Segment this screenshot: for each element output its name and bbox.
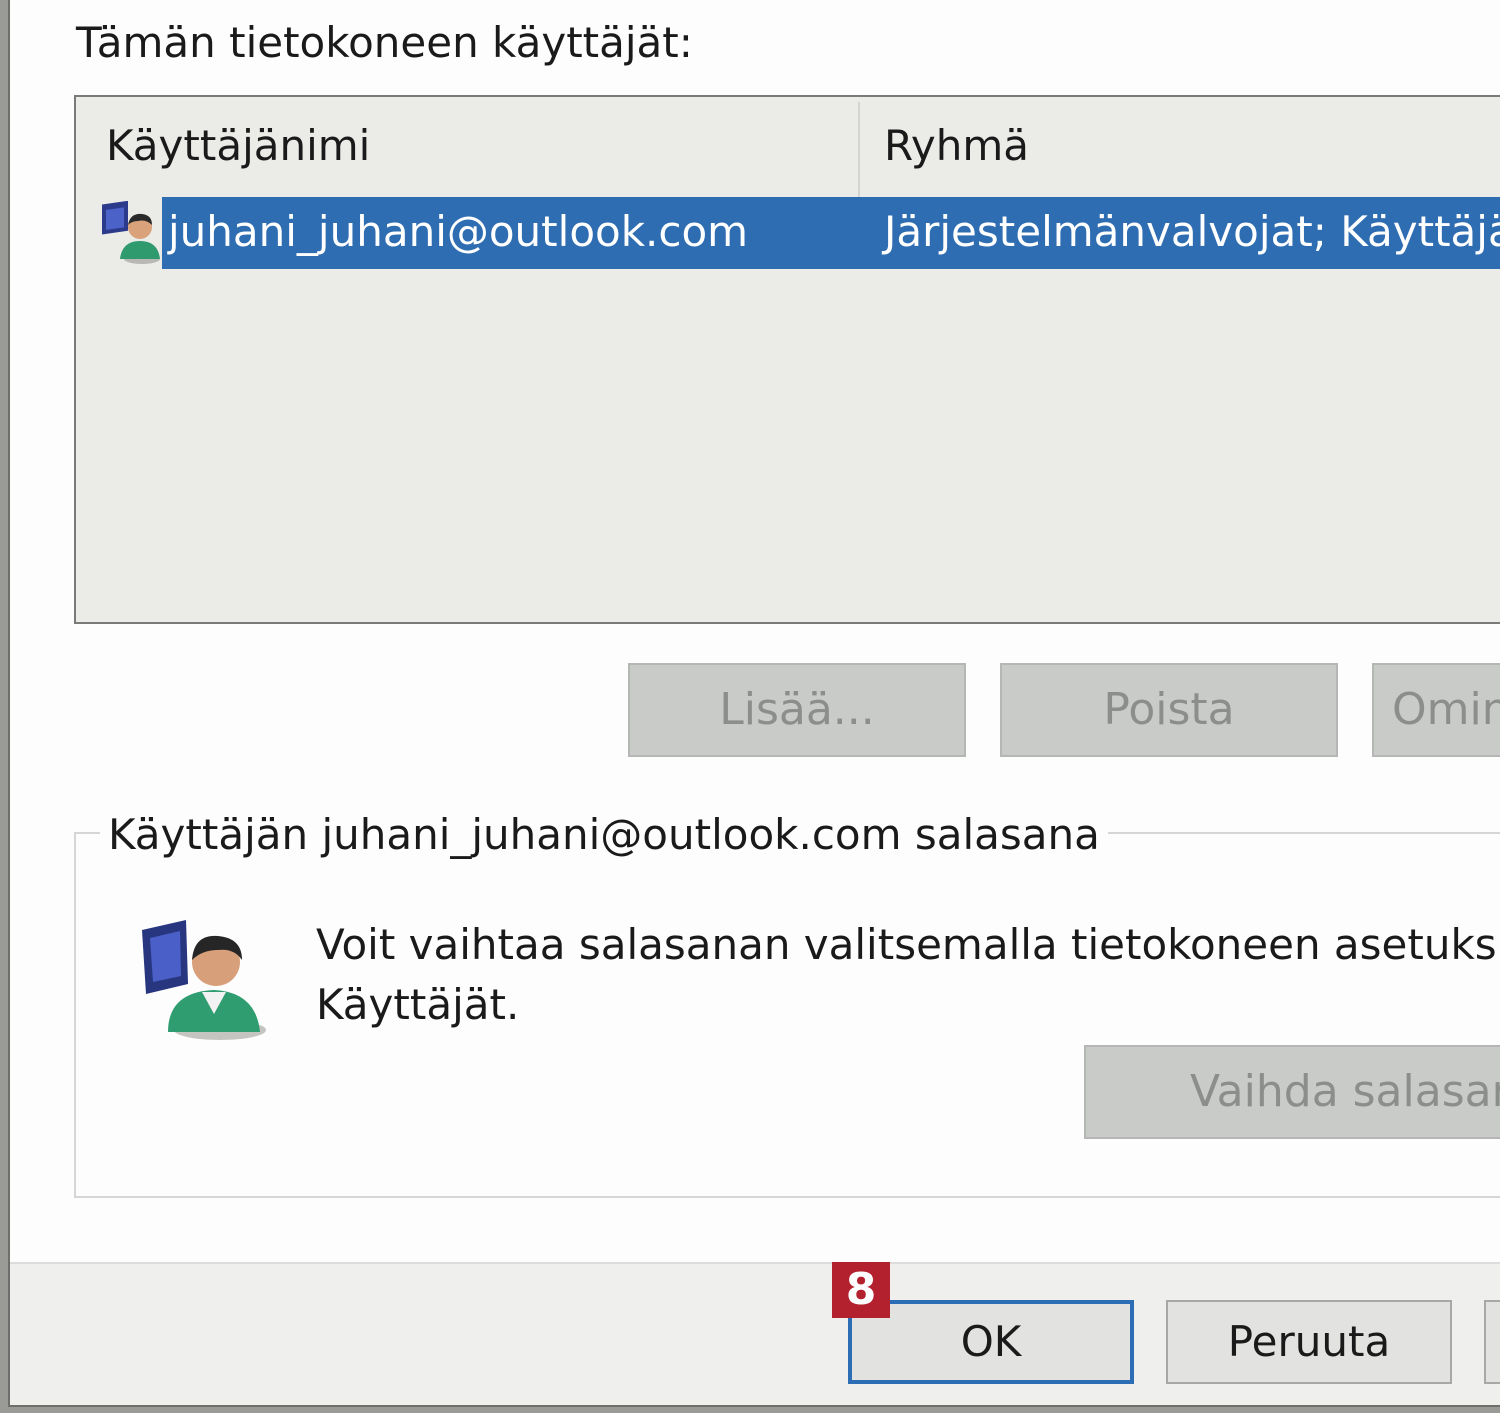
column-header-username[interactable]: Käyttäjänimi [106,121,370,170]
user-accounts-dialog: Tämän tietokoneen käyttäjät: Käyttäjänim… [8,0,1500,1407]
change-password-button[interactable]: Vaihda salasana [1084,1045,1500,1139]
list-header: Käyttäjänimi Ryhmä [76,97,1500,197]
users-list-label: Tämän tietokoneen käyttäjät: [76,18,693,67]
user-row-username: juhani_juhani@outlook.com [168,207,749,256]
password-info-line-1: Voit vaihtaa salasanan valitsemalla tiet… [316,920,1500,969]
step-number-badge: 8 [832,1262,890,1318]
password-group-legend: Käyttäjän juhani_juhani@outlook.com sala… [100,810,1108,859]
users-list[interactable]: Käyttäjänimi Ryhmä juhani_juhani@outlook… [74,95,1500,624]
user-row[interactable]: juhani_juhani@outlook.com Järjestelmänva… [76,197,1500,269]
password-info-text: Voit vaihtaa salasanan valitsemalla tiet… [316,915,1500,1035]
user-admin-icon [102,201,160,264]
password-info-line-2: Käyttäjät. [316,980,520,1029]
user-admin-icon [142,920,266,1040]
cancel-button[interactable]: Peruuta [1166,1300,1452,1384]
apply-button[interactable] [1484,1300,1500,1384]
user-row-group: Järjestelmänvalvojat; Käyttäjät [884,207,1500,256]
remove-user-button[interactable]: Poista [1000,663,1338,757]
properties-button[interactable]: Omin [1372,663,1500,757]
column-header-group[interactable]: Ryhmä [884,121,1029,170]
column-separator[interactable] [858,102,860,197]
add-user-button[interactable]: Lisää... [628,663,966,757]
ok-button[interactable]: OK [848,1300,1134,1384]
